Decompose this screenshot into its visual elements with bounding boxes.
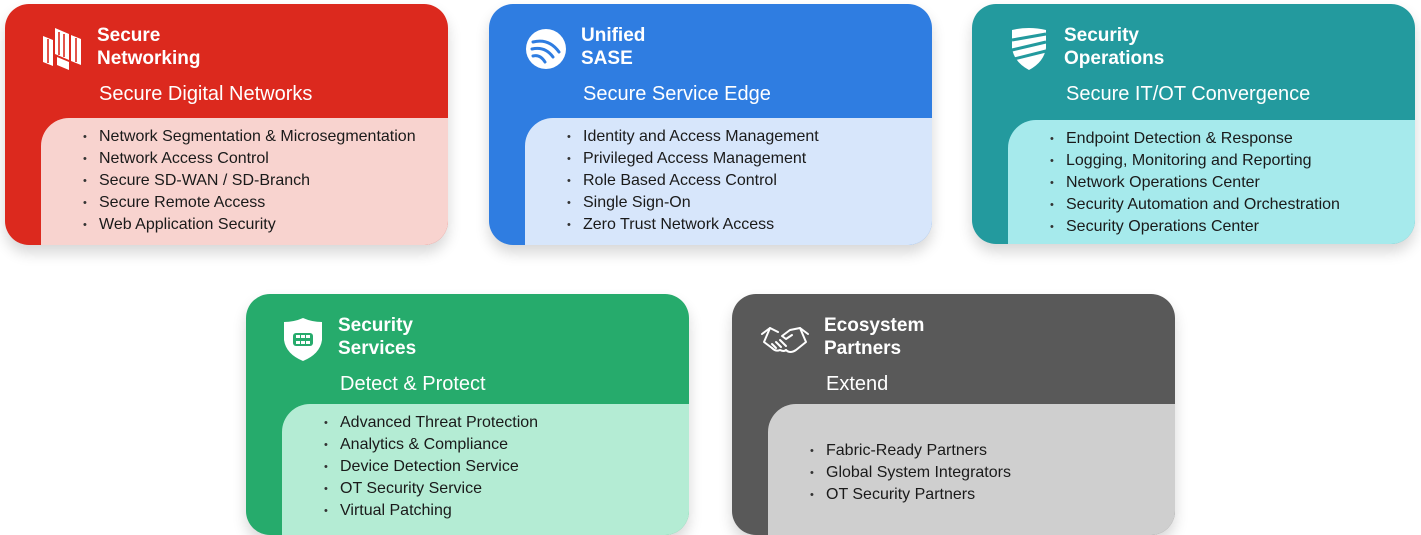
card-secure-networking: Secure Networking Secure Digital Network… bbox=[5, 4, 448, 245]
list-item: Network Segmentation & Microsegmentation bbox=[83, 126, 448, 148]
card-subtitle: Secure IT/OT Convergence bbox=[1066, 83, 1311, 105]
list-item: Virtual Patching bbox=[324, 500, 689, 522]
feature-list: Identity and Access Management Privilege… bbox=[567, 126, 932, 236]
list-item: Network Access Control bbox=[83, 148, 448, 170]
list-item: Secure Remote Access bbox=[83, 192, 448, 214]
card-subtitle: Detect & Protect bbox=[340, 373, 486, 395]
card-subtitle: Secure Service Edge bbox=[583, 83, 771, 105]
card-title: Security Services bbox=[338, 315, 417, 359]
list-item: Global System Integrators bbox=[810, 462, 1175, 484]
card-subtitle: Secure Digital Networks bbox=[99, 83, 313, 105]
card-title: Ecosystem Partners bbox=[824, 315, 925, 359]
list-item: Web Application Security bbox=[83, 214, 448, 236]
list-item: Zero Trust Network Access bbox=[567, 214, 932, 236]
card-subtitle: Extend bbox=[826, 373, 889, 395]
list-item: Secure SD-WAN / SD-Branch bbox=[83, 170, 448, 192]
feature-list: Advanced Threat Protection Analytics & C… bbox=[324, 412, 689, 522]
list-item: Advanced Threat Protection bbox=[324, 412, 689, 434]
card-title: Security Operations bbox=[1064, 25, 1165, 69]
feature-list: Network Segmentation & Microsegmentation… bbox=[83, 126, 448, 236]
list-item: Analytics & Compliance bbox=[324, 434, 689, 456]
card-title: Secure Networking bbox=[97, 25, 201, 69]
feature-list: Endpoint Detection & Response Logging, M… bbox=[1050, 128, 1415, 238]
cloud-signal-icon bbox=[525, 26, 567, 72]
list-item: Single Sign-On bbox=[567, 192, 932, 214]
list-item: Identity and Access Management bbox=[567, 126, 932, 148]
card-title: Unified SASE bbox=[581, 25, 646, 69]
list-item: Privileged Access Management bbox=[567, 148, 932, 170]
card-feature-panel: Identity and Access Management Privilege… bbox=[525, 118, 932, 245]
list-item: Device Detection Service bbox=[324, 456, 689, 478]
list-item: Endpoint Detection & Response bbox=[1050, 128, 1415, 150]
card-feature-panel: Network Segmentation & Microsegmentation… bbox=[41, 118, 448, 245]
list-item: OT Security Service bbox=[324, 478, 689, 500]
handshake-icon bbox=[760, 316, 810, 362]
card-feature-panel: Endpoint Detection & Response Logging, M… bbox=[1008, 120, 1415, 244]
card-security-services: Security Services Detect & Protect Advan… bbox=[246, 294, 689, 535]
list-item: OT Security Partners bbox=[810, 484, 1175, 506]
list-item: Role Based Access Control bbox=[567, 170, 932, 192]
card-feature-panel: Fabric-Ready Partners Global System Inte… bbox=[768, 404, 1175, 535]
shield-stripes-icon bbox=[1008, 26, 1050, 72]
card-unified-sase: Unified SASE Secure Service Edge Identit… bbox=[489, 4, 932, 245]
list-item: Network Operations Center bbox=[1050, 172, 1415, 194]
list-item: Security Automation and Orchestration bbox=[1050, 194, 1415, 216]
card-feature-panel: Advanced Threat Protection Analytics & C… bbox=[282, 404, 689, 535]
list-item: Security Operations Center bbox=[1050, 216, 1415, 238]
card-security-operations: Security Operations Secure IT/OT Converg… bbox=[972, 4, 1415, 244]
list-item: Fabric-Ready Partners bbox=[810, 440, 1175, 462]
network-segments-icon bbox=[41, 26, 83, 72]
shield-fabric-icon bbox=[282, 316, 324, 362]
card-ecosystem-partners: Ecosystem Partners Extend Fabric-Ready P… bbox=[732, 294, 1175, 535]
feature-list: Fabric-Ready Partners Global System Inte… bbox=[810, 440, 1175, 506]
list-item: Logging, Monitoring and Reporting bbox=[1050, 150, 1415, 172]
